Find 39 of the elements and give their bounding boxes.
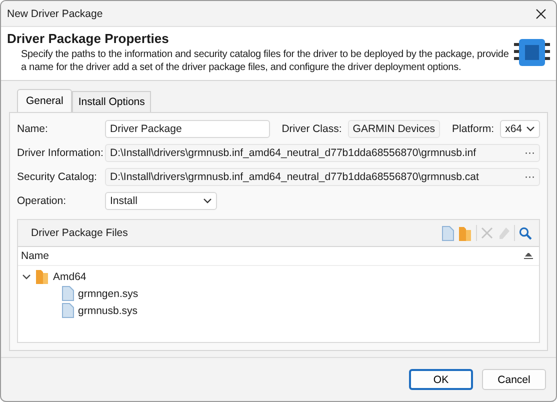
- toolbar-button[interactable]: [518, 226, 533, 240]
- tab[interactable]: General: [17, 89, 72, 112]
- file-icon: [62, 286, 74, 301]
- tree-item[interactable]: grmnusb.sys: [78, 304, 138, 316]
- file-icon: [62, 303, 74, 318]
- eraser-icon: [498, 226, 510, 240]
- driver-class-label: Driver Class:: [282, 123, 342, 135]
- header-description: Specify the paths to the information and security catalog files for the driver to be deployed by the package, provide a name for the driver add a set of the driver package files, and configure the driver deployment options.: [20, 48, 510, 74]
- security-catalog-field[interactable]: D:\Install\drivers\grmnusb.inf_amd64_neutral_d77b1dda68556870\grmnusb.cat ···: [105, 168, 540, 186]
- chip-icon: [514, 36, 550, 68]
- security-catalog-label: Security Catalog:: [17, 171, 98, 183]
- platform-dropdown[interactable]: x64: [500, 120, 540, 138]
- search-icon: [519, 226, 532, 240]
- name-label: Name:: [17, 123, 49, 135]
- column-header[interactable]: Name: [21, 250, 50, 262]
- sort-icon: [524, 252, 533, 260]
- driver-information-field[interactable]: D:\Install\drivers\grmnusb.inf_amd64_neutral_d77b1dda68556870\grmnusb.inf ···: [105, 144, 540, 162]
- browse-button[interactable]: ···: [524, 147, 535, 159]
- delete-icon: [481, 227, 493, 239]
- tab[interactable]: Install Options: [72, 91, 151, 112]
- tree-item[interactable]: Amd64: [53, 270, 86, 282]
- dialog-button[interactable]: Cancel: [482, 369, 546, 390]
- header-title: Driver Package Properties: [7, 31, 170, 46]
- file-icon: [442, 226, 454, 240]
- folder-icon: [36, 269, 49, 284]
- browse-button[interactable]: ···: [524, 171, 535, 183]
- toolbar-button[interactable]: [458, 224, 473, 242]
- tree-item[interactable]: grmngen.sys: [78, 288, 138, 300]
- toolbar-button[interactable]: [441, 224, 455, 242]
- operation-dropdown[interactable]: Install: [105, 192, 217, 210]
- platform-label: Platform:: [452, 123, 494, 135]
- dialog-button[interactable]: OK: [409, 369, 473, 390]
- window-title: New Driver Package: [7, 8, 103, 20]
- name-field[interactable]: Driver Package: [105, 120, 270, 138]
- expand-toggle[interactable]: [22, 274, 32, 280]
- section-title: Driver Package Files: [31, 227, 128, 239]
- driver-class-field[interactable]: GARMIN Devices: [348, 120, 440, 138]
- operation-label: Operation:: [17, 195, 68, 207]
- folder-icon: [459, 226, 472, 240]
